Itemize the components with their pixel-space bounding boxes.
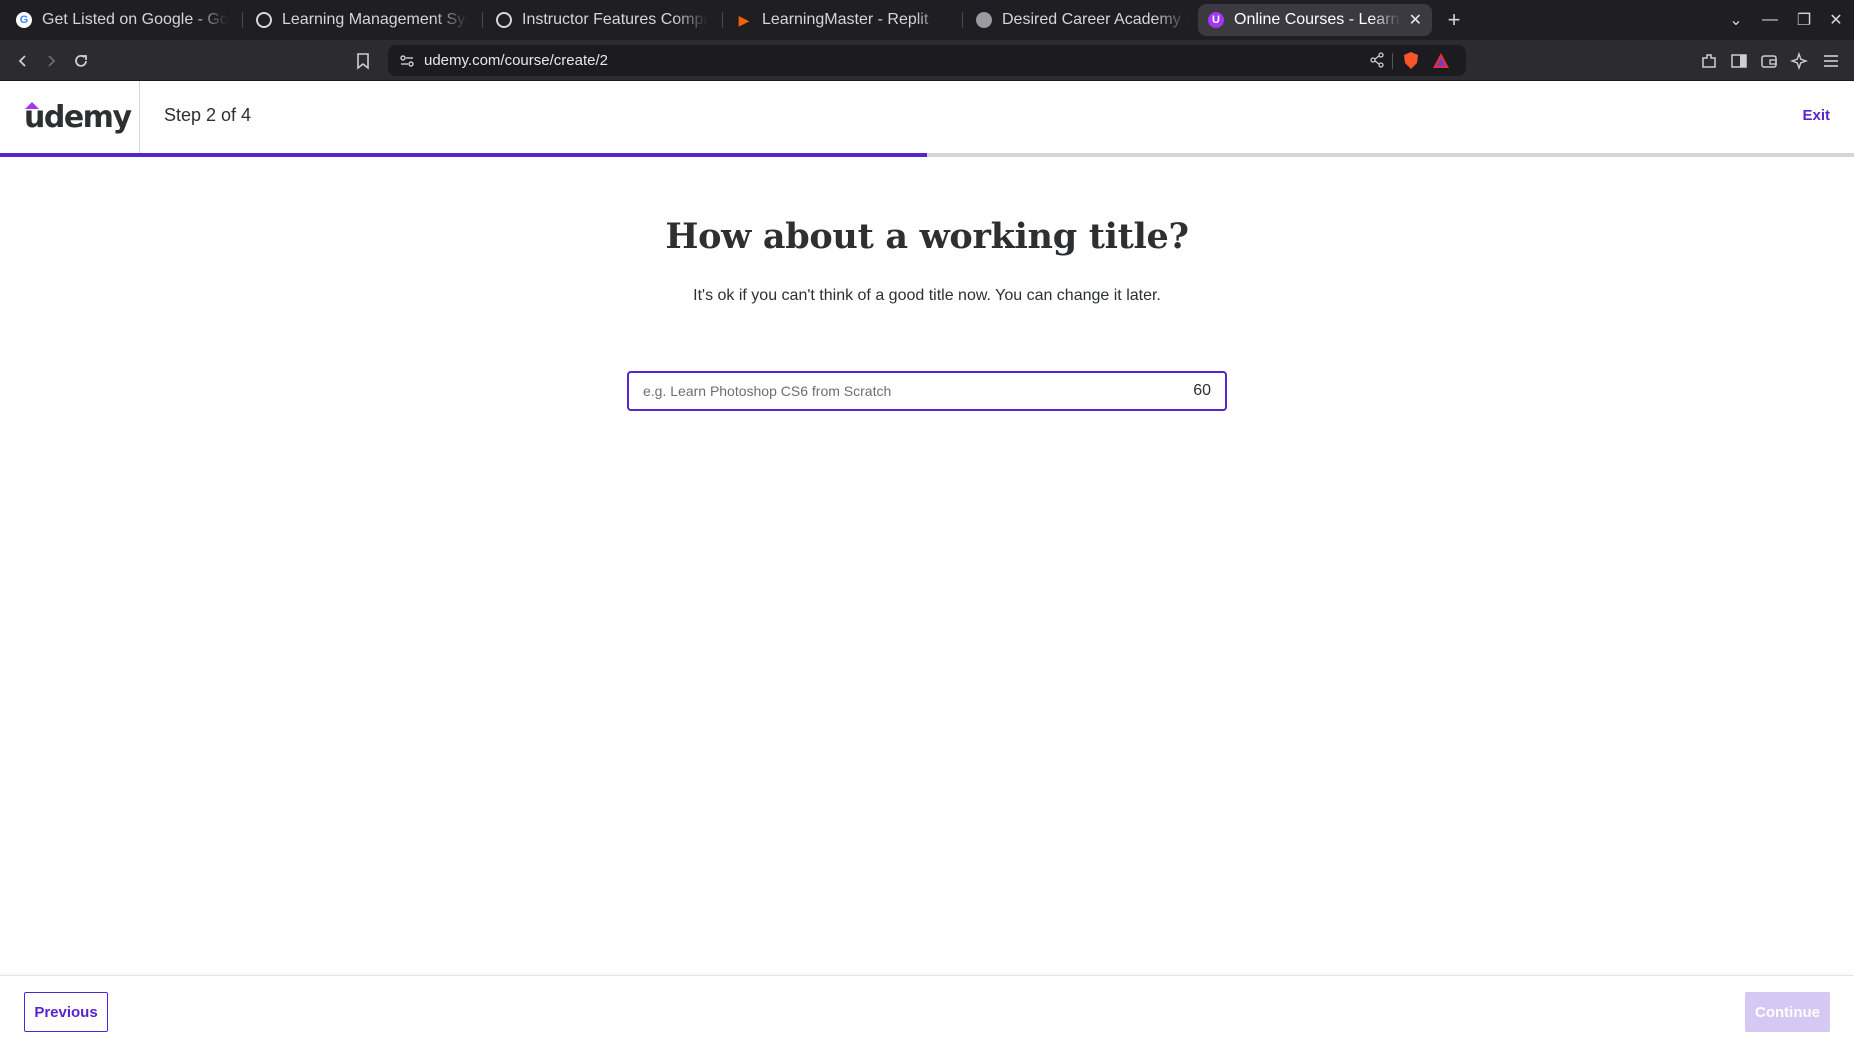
reload-icon[interactable] [68, 48, 94, 74]
wallet-icon[interactable] [1756, 48, 1782, 74]
tab-label: Get Listed on Google - Goog [42, 11, 228, 28]
sidebar-icon[interactable] [1726, 48, 1752, 74]
logo-hat-icon [25, 101, 39, 109]
tab-separator [242, 12, 243, 28]
maximize-icon[interactable]: ❐ [1790, 6, 1818, 34]
url-text: udemy.com/course/create/2 [424, 52, 608, 69]
tab-label: Desired Career Academy | Er [1002, 11, 1188, 28]
window-close-icon[interactable]: ✕ [1822, 6, 1850, 34]
extensions-icon[interactable] [1696, 48, 1722, 74]
tab-separator [722, 12, 723, 28]
browser-tab[interactable]: Desired Career Academy | Er [966, 4, 1198, 36]
bookmark-icon[interactable] [350, 48, 376, 74]
tab-list-chevron-icon[interactable]: ⌄ [1722, 6, 1750, 34]
course-title-field[interactable]: 60 [627, 371, 1227, 411]
google-icon: G [16, 12, 32, 28]
share-icon[interactable] [1368, 51, 1386, 69]
new-tab-button[interactable]: + [1440, 6, 1468, 34]
page-title: How about a working title? [665, 216, 1189, 257]
tab-label: Online Courses - Learn A [1234, 11, 1401, 28]
course-title-input[interactable] [629, 373, 1149, 409]
globe-icon [976, 12, 992, 28]
browser-tab-strip: G Get Listed on Google - Goog Learning M… [0, 0, 1854, 40]
exit-button[interactable]: Exit [1802, 107, 1830, 124]
address-bar[interactable]: udemy.com/course/create/2 [388, 45, 1466, 76]
previous-button[interactable]: Previous [24, 992, 108, 1032]
remaining-char-count: 60 [1193, 382, 1211, 399]
brave-rewards-icon[interactable] [1432, 52, 1450, 69]
browser-tab-active[interactable]: U Online Courses - Learn A ✕ [1198, 4, 1432, 36]
browser-tab[interactable]: Learning Management Syste [246, 4, 478, 36]
tab-separator [482, 12, 483, 28]
page-subtitle: It's ok if you can't think of a good tit… [693, 287, 1161, 304]
openai-icon [256, 12, 272, 28]
site-info-icon[interactable] [398, 52, 416, 70]
udemy-logo[interactable]: udemy [0, 81, 140, 153]
continue-button[interactable]: Continue [1745, 992, 1830, 1032]
step-progress-bar [0, 153, 1854, 157]
urlbar-divider [1392, 53, 1393, 69]
course-create-header: udemy Step 2 of 4 Exit [0, 81, 1854, 153]
tab-separator [962, 12, 963, 28]
browser-tab[interactable]: ▶ LearningMaster - Replit [726, 4, 958, 36]
minimize-icon[interactable]: — [1756, 6, 1784, 34]
tab-label: LearningMaster - Replit [762, 11, 929, 28]
openai-icon [496, 12, 512, 28]
leo-ai-icon[interactable] [1786, 48, 1812, 74]
wizard-footer: Previous Continue [0, 975, 1854, 1048]
menu-icon[interactable] [1818, 48, 1844, 74]
step-progress-fill [0, 153, 927, 157]
browser-tab[interactable]: Instructor Features Compar [486, 4, 718, 36]
logo-wordmark: udemy [24, 99, 132, 135]
browser-tab[interactable]: G Get Listed on Google - Goog [6, 4, 238, 36]
back-icon[interactable] [10, 48, 36, 74]
replit-icon: ▶ [738, 11, 750, 28]
udemy-icon: U [1208, 12, 1224, 28]
brave-shields-icon[interactable] [1402, 51, 1420, 70]
tab-label: Learning Management Syste [282, 11, 468, 28]
step-indicator: Step 2 of 4 [164, 105, 252, 125]
tab-label: Instructor Features Compar [522, 11, 708, 28]
browser-toolbar: udemy.com/course/create/2 [0, 40, 1854, 81]
close-tab-icon[interactable]: ✕ [1409, 10, 1422, 30]
forward-icon[interactable] [38, 48, 64, 74]
